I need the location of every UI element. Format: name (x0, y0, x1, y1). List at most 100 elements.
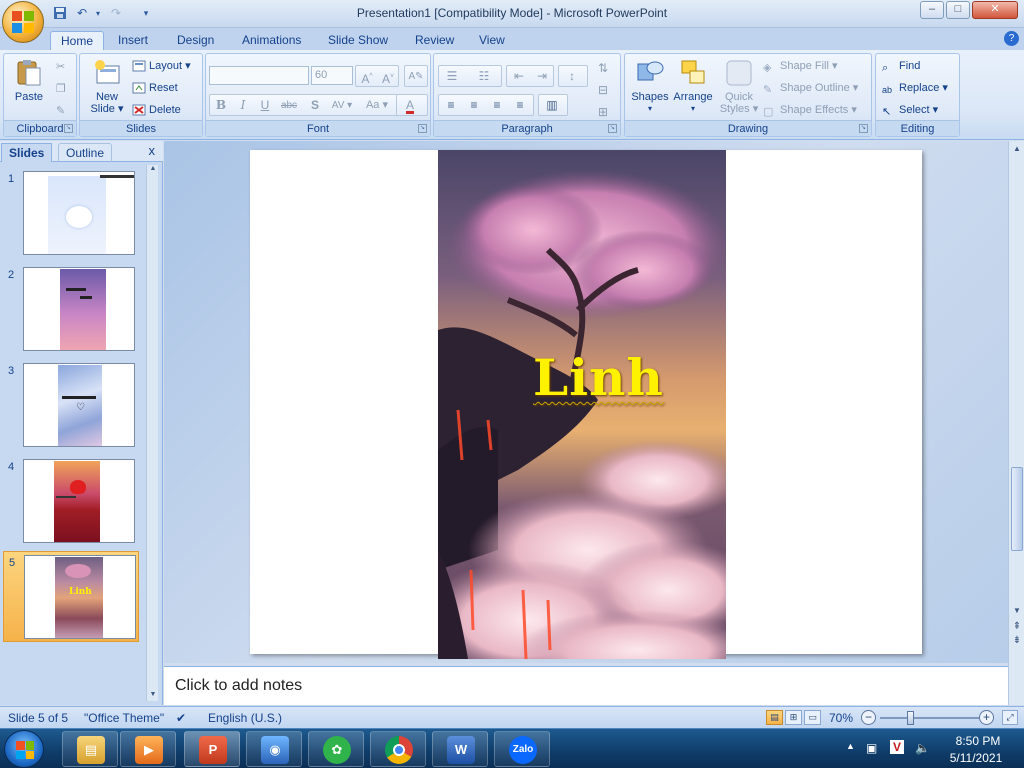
font-color-button[interactable]: A (396, 94, 428, 116)
language-text[interactable]: English (U.S.) (208, 711, 282, 725)
columns-button[interactable]: ▥ (538, 94, 568, 116)
zoom-in-button[interactable]: + (979, 710, 994, 725)
tab-insert[interactable]: Insert (108, 31, 158, 50)
slide-title-text[interactable]: Linh (533, 348, 664, 407)
quick-styles-button[interactable]: Quick Styles ▾ (717, 58, 761, 115)
tab-animations[interactable]: Animations (232, 31, 311, 50)
normal-view-button[interactable]: ▤ (766, 710, 783, 725)
slide-scrollbar[interactable]: ▲ ▼ ⇞ ⇟ (1008, 141, 1024, 705)
notes-pane[interactable]: Click to add notes (164, 666, 1008, 705)
slide-thumbnail-4[interactable]: 4 (3, 456, 139, 544)
slides-pane-scrollbar[interactable]: ▲ ▼ (146, 165, 158, 701)
taskbar-powerpoint[interactable]: P (184, 731, 240, 767)
next-slide-icon[interactable]: ⇟ (1011, 635, 1023, 647)
font-size-box[interactable]: 60 (311, 66, 353, 85)
tab-slides[interactable]: Slides (1, 143, 53, 162)
taskbar-media-player[interactable]: ▶ (120, 731, 176, 767)
help-icon[interactable]: ? (1004, 31, 1019, 46)
slide-thumbnail-2[interactable]: 2 (3, 264, 139, 352)
font-name-box[interactable] (209, 66, 309, 85)
taskbar-photos[interactable]: ◉ (246, 731, 302, 767)
close-button[interactable]: ✕ (972, 1, 1018, 19)
start-button[interactable] (4, 730, 44, 768)
tab-review[interactable]: Review (405, 31, 464, 50)
line-spacing-button[interactable]: ↕ (558, 65, 588, 87)
tab-slide-show[interactable]: Slide Show (318, 31, 398, 50)
slide-sorter-button[interactable]: ⊞ (785, 710, 802, 725)
clipboard-launcher-icon[interactable]: ↘ (64, 124, 73, 133)
bold-button[interactable]: B (210, 95, 232, 115)
reset-button[interactable]: Reset (132, 79, 178, 97)
scroll-thumb[interactable] (1011, 467, 1023, 551)
delete-slide-button[interactable]: Delete (132, 101, 181, 119)
theme-name-text[interactable]: "Office Theme" (84, 711, 164, 725)
notes-placeholder[interactable]: Click to add notes (175, 677, 302, 695)
shape-fill-button[interactable]: ◈ Shape Fill ▾ (763, 57, 838, 75)
clock-time[interactable]: 8:50 PM (948, 734, 1008, 748)
numbering-icon[interactable]: ☷ (473, 66, 495, 86)
previous-slide-icon[interactable]: ⇞ (1011, 621, 1023, 633)
antivirus-icon[interactable]: V (890, 740, 904, 754)
tab-home[interactable]: Home (50, 31, 105, 50)
italic-button[interactable]: I (232, 95, 254, 115)
pane-close-icon[interactable]: x (149, 143, 156, 158)
shrink-font-icon[interactable]: A˅ (377, 66, 399, 86)
zoom-level-text[interactable]: 70% (829, 711, 853, 725)
taskbar-word[interactable]: W (432, 731, 488, 767)
clear-format-button[interactable]: A✎ (404, 65, 428, 87)
character-spacing-button[interactable]: AV ▾ (328, 95, 356, 115)
justify-icon[interactable]: ≡ (509, 95, 531, 115)
slide-thumbnail-5[interactable]: 5 Linh (3, 551, 139, 642)
copy-icon[interactable]: ❐ (56, 80, 66, 98)
taskbar-zalo[interactable]: Zalo (494, 731, 550, 767)
network-icon[interactable]: ▣ (866, 741, 877, 755)
zoom-slider-thumb[interactable] (907, 711, 914, 725)
align-center-icon[interactable]: ≡ (463, 95, 485, 115)
cut-icon[interactable]: ✂ (56, 58, 65, 76)
strikethrough-button[interactable]: abc (278, 95, 300, 115)
align-left-icon[interactable]: ≡ (440, 95, 462, 115)
paste-button[interactable]: Paste (8, 58, 50, 103)
shape-outline-button[interactable]: ✎ Shape Outline ▾ (763, 79, 858, 97)
volume-icon[interactable]: 🔈 (915, 741, 930, 755)
layout-button[interactable]: Layout ▾ (132, 57, 191, 75)
grow-font-icon[interactable]: A^ (356, 66, 378, 86)
office-button[interactable] (2, 1, 44, 43)
clock-date[interactable]: 5/11/2021 (944, 751, 1008, 765)
underline-button[interactable]: U (254, 95, 276, 115)
slide-thumbnail-3[interactable]: 3 ♡ (3, 360, 139, 448)
taskbar-coc-coc[interactable]: ✿ (308, 731, 364, 767)
zoom-slider[interactable] (880, 717, 980, 719)
scroll-down-icon[interactable]: ▼ (1011, 605, 1023, 617)
decrease-indent-icon[interactable]: ⇤ (508, 66, 530, 86)
tab-outline[interactable]: Outline (58, 143, 113, 162)
increase-indent-icon[interactable]: ⇥ (531, 66, 553, 86)
slide-thumbnail-1[interactable]: 1 (3, 168, 139, 256)
slide-show-button[interactable]: ▭ (804, 710, 821, 725)
select-button[interactable]: ↖ Select ▾ (882, 101, 938, 119)
align-text-icon[interactable]: ⊟ (592, 80, 614, 100)
format-painter-icon[interactable]: ✎ (56, 102, 65, 120)
change-case-button[interactable]: Aa ▾ (360, 95, 394, 115)
zoom-out-button[interactable]: − (861, 710, 876, 725)
maximize-button[interactable]: □ (946, 1, 970, 19)
fit-to-window-button[interactable]: ⤢ (1002, 710, 1018, 725)
replace-button[interactable]: ab Replace ▾ (882, 79, 948, 97)
shape-effects-button[interactable]: ▢ Shape Effects ▾ (763, 101, 857, 119)
taskbar-explorer[interactable]: ▤ (62, 731, 118, 767)
font-launcher-icon[interactable]: ↘ (418, 124, 427, 133)
text-shadow-button[interactable]: S (304, 95, 326, 115)
smartart-icon[interactable]: ⊞ (592, 102, 614, 122)
shapes-button[interactable]: Shapes ▾ (629, 58, 671, 115)
text-direction-icon[interactable]: ⇅ (592, 58, 614, 78)
bullets-icon[interactable]: ☰ (441, 66, 463, 86)
paragraph-launcher-icon[interactable]: ↘ (608, 124, 617, 133)
minimize-button[interactable]: – (920, 1, 944, 19)
find-button[interactable]: ⌕ Find (882, 57, 920, 75)
spelling-check-icon[interactable]: ✔ (176, 711, 186, 725)
scroll-up-icon[interactable]: ▲ (1011, 143, 1023, 155)
align-right-icon[interactable]: ≡ (486, 95, 508, 115)
arrange-button[interactable]: Arrange ▾ (671, 58, 715, 115)
drawing-launcher-icon[interactable]: ↘ (859, 124, 868, 133)
new-slide-button[interactable]: New Slide ▾ (86, 58, 128, 115)
